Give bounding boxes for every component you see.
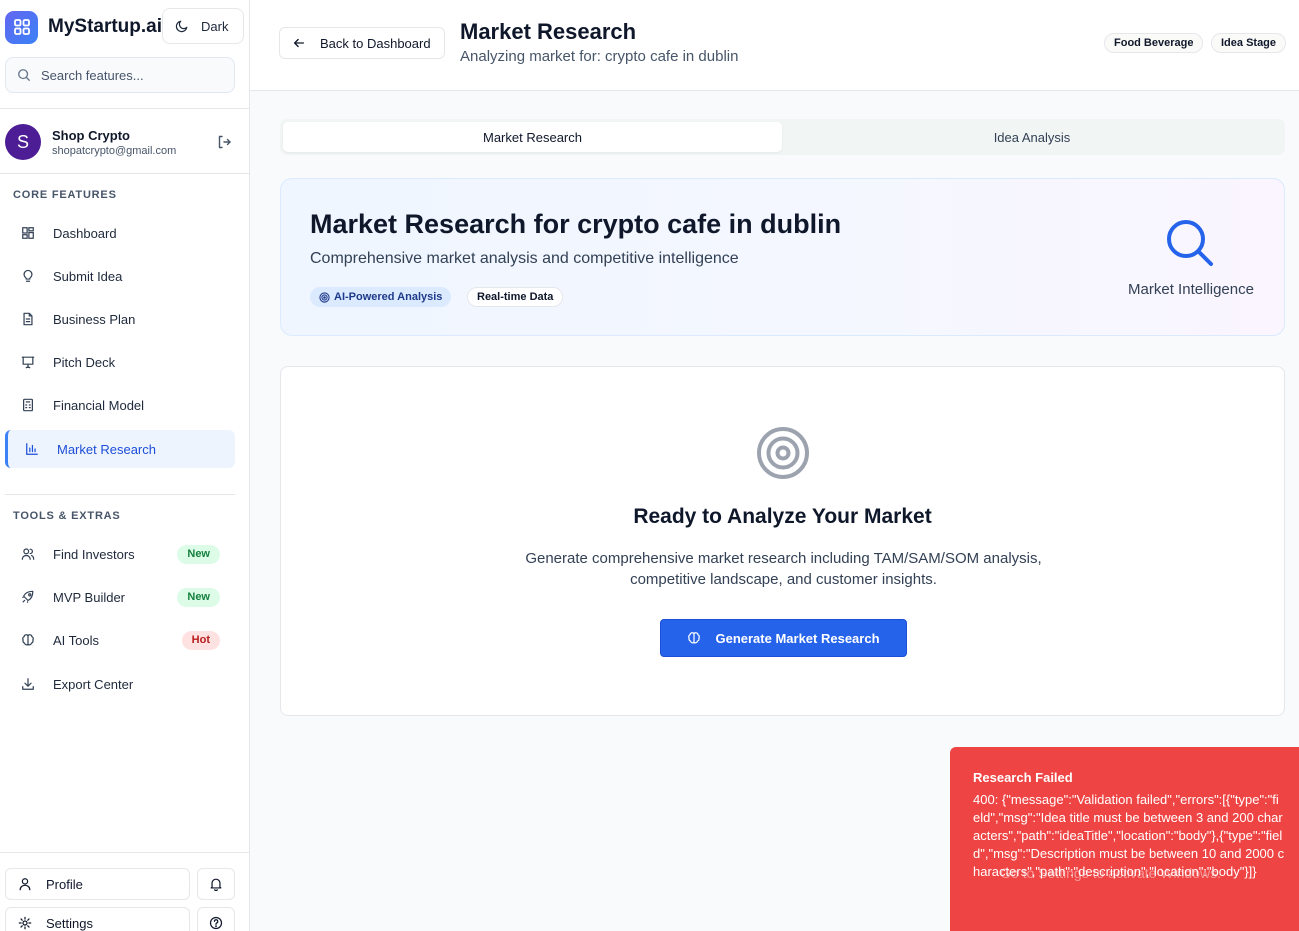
dashboard-icon [20, 225, 36, 241]
sidebar-item-label: Find Investors [53, 546, 135, 562]
moon-icon [175, 20, 188, 33]
stage-tag: Idea Stage [1211, 33, 1287, 53]
back-to-dashboard-button[interactable]: Back to Dashboard [279, 27, 445, 59]
section-title-tools: TOOLS & EXTRAS [13, 510, 121, 522]
sidebar-item-label: Pitch Deck [53, 354, 116, 370]
sidebar: MyStartup.ai Dark S Shop Crypto shopatcr… [0, 0, 250, 931]
toast-title: Research Failed [973, 770, 1073, 785]
back-button-label: Back to Dashboard [320, 35, 431, 51]
hero-card: Market Research for crypto cafe in dubli… [280, 178, 1285, 336]
divider [0, 173, 249, 174]
ai-powered-label: AI-Powered Analysis [334, 291, 443, 303]
rocket-icon [20, 589, 36, 605]
hero-title: Market Research for crypto cafe in dubli… [310, 209, 842, 239]
sidebar-item-pitch-deck[interactable]: Pitch Deck [5, 343, 235, 381]
sidebar-item-mvp-builder[interactable]: MVP Builder New [5, 578, 235, 616]
sidebar-item-submit-idea[interactable]: Submit Idea [5, 257, 235, 295]
activation-watermark: Go to Settings to activate Windows. [1000, 865, 1221, 881]
sidebar-item-label: Dashboard [53, 225, 117, 241]
magnifier-icon [1164, 217, 1216, 269]
category-tag: Food Beverage [1104, 33, 1204, 53]
sidebar-item-dashboard[interactable]: Dashboard [5, 214, 235, 252]
sidebar-item-business-plan[interactable]: Business Plan [5, 300, 235, 338]
app-grid-logo-icon [5, 10, 38, 44]
hero-icon-label: Market Intelligence [1128, 281, 1254, 298]
search-input[interactable] [41, 67, 211, 83]
settings-label: Settings [46, 915, 93, 931]
brain-icon [688, 632, 701, 644]
user-icon [19, 878, 31, 891]
gear-icon [18, 916, 32, 930]
sidebar-item-label: MVP Builder [53, 589, 126, 605]
sidebar-item-label: AI Tools [53, 632, 100, 648]
user-name: Shop Crypto [52, 127, 130, 143]
new-badge: New [177, 587, 220, 607]
section-title-core: CORE FEATURES [13, 189, 117, 201]
document-icon [20, 311, 36, 327]
sidebar-item-export-center[interactable]: Export Center [5, 665, 235, 703]
user-card: S Shop Crypto shopatcrypto@gmail.com [5, 122, 240, 162]
sidebar-item-label: Market Research [57, 441, 156, 457]
sidebar-item-find-investors[interactable]: Find Investors New [5, 535, 235, 573]
help-button[interactable] [197, 907, 235, 931]
sidebar-item-label: Financial Model [53, 397, 145, 413]
hero-subtitle: Comprehensive market analysis and compet… [310, 250, 739, 267]
notifications-button[interactable] [197, 868, 235, 900]
panel-title: Ready to Analyze Your Market [633, 505, 932, 528]
lightbulb-icon [20, 268, 36, 284]
arrow-left-icon [293, 38, 305, 48]
tab-idea-analysis[interactable]: Idea Analysis [782, 122, 1282, 152]
divider [5, 494, 235, 495]
calculator-icon [20, 397, 36, 413]
hot-badge: Hot [181, 630, 220, 650]
error-toast[interactable]: Research Failed 400: {"message":"Validat… [950, 747, 1299, 931]
target-small-icon [319, 291, 330, 303]
search-box[interactable] [5, 57, 235, 93]
theme-toggle-button[interactable]: Dark [162, 8, 244, 44]
page-subtitle: Analyzing market for: crypto cafe in dub… [460, 48, 739, 65]
panel-description: Generate comprehensive market research i… [525, 550, 1042, 588]
users-icon [20, 546, 36, 562]
search-icon [18, 69, 30, 81]
sidebar-item-label: Business Plan [53, 311, 136, 327]
sidebar-item-label: Export Center [53, 676, 134, 692]
profile-label: Profile [46, 876, 83, 892]
help-icon [209, 916, 223, 930]
new-badge: New [177, 544, 220, 564]
profile-button[interactable]: Profile [5, 868, 190, 900]
logout-icon[interactable] [216, 134, 232, 150]
brand-name: MyStartup.ai [48, 16, 163, 37]
bar-chart-icon [24, 441, 40, 457]
realtime-pill: Real-time Data [467, 287, 564, 307]
brain-icon [20, 632, 36, 648]
page-title: Market Research [460, 19, 637, 44]
divider [0, 108, 249, 109]
page-header: Back to Dashboard Market Research Analyz… [250, 0, 1299, 91]
tab-market-research[interactable]: Market Research [283, 122, 782, 152]
generate-button-label: Generate Market Research [715, 630, 880, 646]
bell-icon [210, 878, 222, 891]
sidebar-item-market-research[interactable]: Market Research [5, 430, 235, 468]
user-email: shopatcrypto@gmail.com [52, 144, 177, 157]
target-icon [755, 425, 811, 481]
ai-powered-pill: AI-Powered Analysis [310, 287, 452, 307]
analysis-panel: Ready to Analyze Your Market Generate co… [280, 366, 1285, 716]
tab-bar: Market Research Idea Analysis [280, 119, 1285, 155]
divider [0, 852, 249, 853]
avatar: S [5, 124, 41, 160]
sidebar-item-ai-tools[interactable]: AI Tools Hot [5, 621, 235, 659]
settings-button[interactable]: Settings [5, 907, 190, 931]
theme-toggle-label: Dark [201, 18, 229, 34]
sidebar-item-financial-model[interactable]: Financial Model [5, 386, 235, 424]
presentation-icon [20, 354, 36, 370]
sidebar-item-label: Submit Idea [53, 268, 123, 284]
download-icon [20, 676, 36, 692]
generate-market-research-button[interactable]: Generate Market Research [660, 619, 907, 657]
